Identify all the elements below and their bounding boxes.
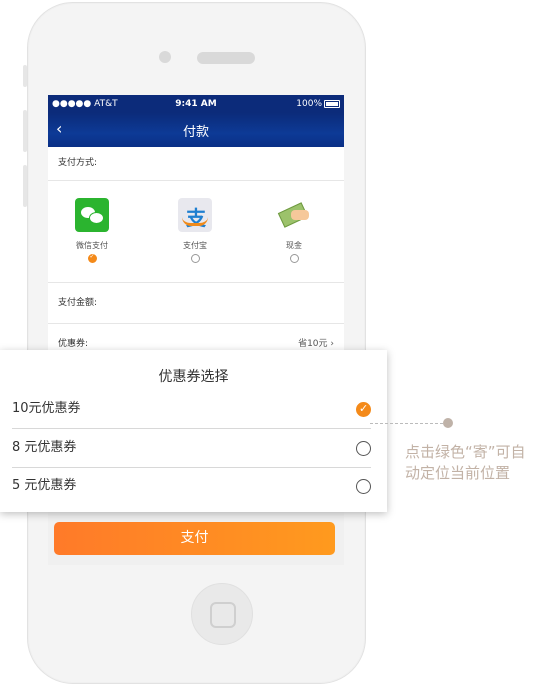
- coupon-option-10[interactable]: 10元优惠券: [12, 390, 371, 429]
- camera: [159, 51, 171, 63]
- payment-amount-row[interactable]: 支付金额:: [48, 283, 344, 324]
- payment-option-label: 微信支付: [76, 241, 108, 250]
- pay-button[interactable]: 支付: [54, 522, 335, 555]
- mute-switch: [23, 65, 27, 87]
- payment-methods: 微信支付 支 支付宝 现金: [48, 181, 344, 283]
- coupon-option-8[interactable]: 8 元优惠券: [12, 429, 371, 468]
- payment-option-cash[interactable]: 现金: [264, 198, 324, 263]
- alipay-icon: 支: [178, 198, 212, 232]
- coupon-option-label: 8 元优惠券: [12, 440, 77, 455]
- page-title: 付款: [182, 125, 209, 140]
- wechat-icon: [75, 198, 109, 232]
- radio-unchecked[interactable]: [190, 254, 200, 263]
- payment-form: 支付方式: 微信支付 支 支付宝 现金 支付金额: 优惠券: 省10元 ›: [48, 147, 344, 364]
- battery-icon: [324, 99, 340, 108]
- battery-status: 100%: [296, 95, 340, 113]
- volume-up-button: [23, 110, 27, 152]
- status-bar: ●●●●● AT&T 9:41 AM 100%: [48, 95, 344, 113]
- cash-icon: [277, 198, 311, 232]
- speaker: [197, 52, 255, 64]
- payment-method-label: 支付方式:: [48, 147, 344, 181]
- coupon-option-label: 5 元优惠券: [12, 478, 77, 493]
- radio-unchecked[interactable]: [289, 254, 299, 263]
- chevron-right-icon: ›: [330, 339, 334, 349]
- payment-option-label: 现金: [286, 241, 302, 250]
- radio-unchecked-icon[interactable]: [356, 479, 371, 494]
- coupon-option-label: 10元优惠券: [12, 401, 81, 416]
- payment-option-label: 支付宝: [183, 241, 207, 250]
- home-button[interactable]: [191, 583, 253, 645]
- radio-checked[interactable]: [87, 253, 97, 263]
- battery-percent: 100%: [296, 99, 322, 109]
- coupon-option-5[interactable]: 5 元优惠券: [12, 467, 371, 505]
- callout-dot: [443, 418, 453, 428]
- coupon-popup: 优惠券选择 10元优惠券 8 元优惠券 5 元优惠券: [0, 350, 387, 512]
- radio-checked-icon[interactable]: [356, 401, 371, 417]
- nav-bar: ‹ 付款: [48, 113, 344, 147]
- popup-title: 优惠券选择: [158, 369, 229, 385]
- payment-option-wechat[interactable]: 微信支付: [62, 198, 122, 263]
- radio-unchecked-icon[interactable]: [356, 441, 371, 456]
- payment-amount-label: 支付金额:: [58, 298, 98, 308]
- volume-down-button: [23, 165, 27, 207]
- callout-line: [370, 423, 448, 424]
- payment-option-alipay[interactable]: 支 支付宝: [165, 198, 225, 263]
- callout-text: 点击绿色“寄”可自动定位当前位置: [405, 443, 526, 482]
- coupon-label: 优惠券:: [58, 339, 89, 349]
